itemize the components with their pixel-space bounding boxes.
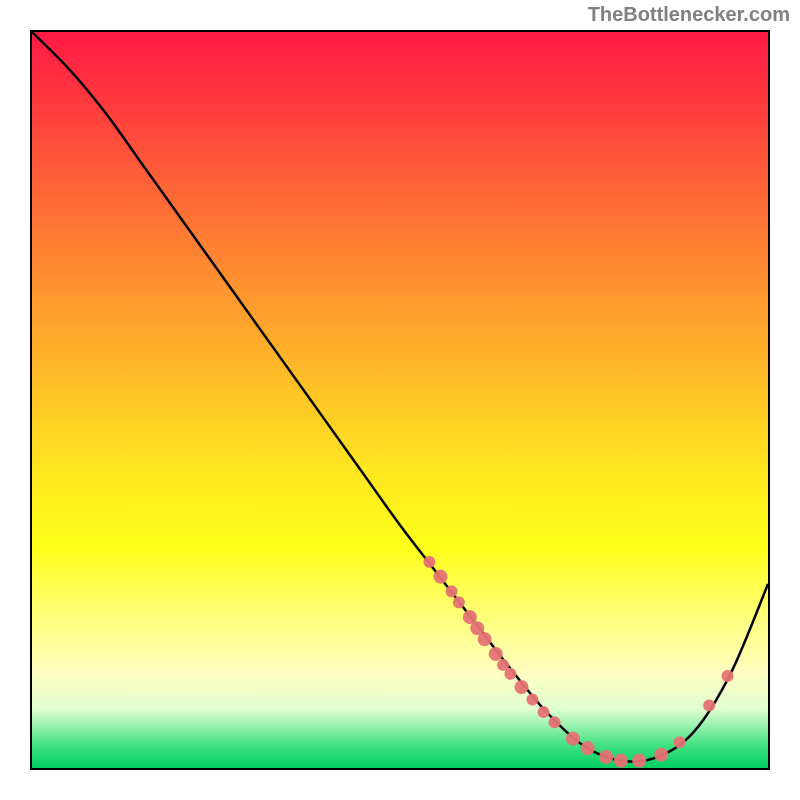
curve-marker [674, 736, 686, 748]
curve-marker [703, 699, 715, 711]
curve-marker [722, 670, 734, 682]
curve-marker [514, 680, 528, 694]
curve-marker [654, 748, 668, 762]
curve-marker [434, 570, 448, 584]
curve-marker [632, 754, 646, 768]
curve-marker [489, 647, 503, 661]
curve-marker [446, 585, 458, 597]
curve-marker [614, 754, 628, 768]
curve-marker [549, 716, 561, 728]
chart-svg [32, 32, 768, 768]
curve-marker [566, 732, 580, 746]
curve-marker [453, 596, 465, 608]
curve-marker [478, 632, 492, 646]
curve-marker [504, 668, 516, 680]
attribution-label: TheBottlenecker.com [588, 4, 790, 27]
curve-marker [538, 706, 550, 718]
bottleneck-curve [32, 32, 768, 762]
curve-marker [423, 556, 435, 568]
plot-area [30, 30, 770, 770]
chart-container: TheBottlenecker.com [0, 0, 800, 800]
curve-marker [527, 694, 539, 706]
curve-markers [423, 556, 733, 768]
curve-marker [599, 750, 613, 764]
curve-marker [581, 741, 595, 755]
